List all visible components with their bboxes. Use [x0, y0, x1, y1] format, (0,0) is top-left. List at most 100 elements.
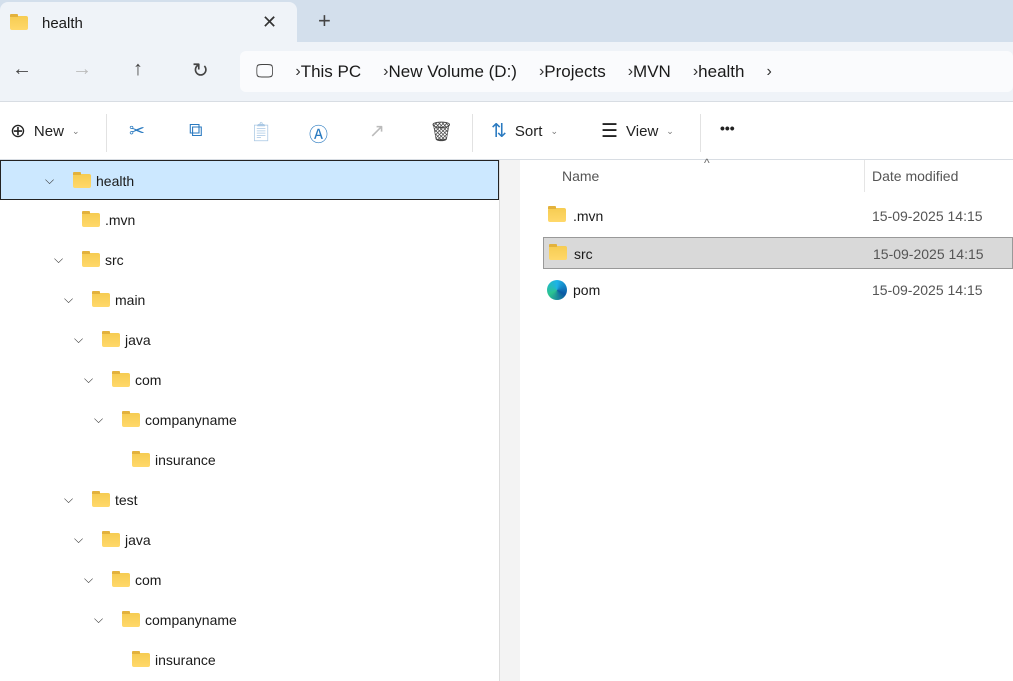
- tree-item[interactable]: insurance: [0, 640, 499, 680]
- chevron-down-icon[interactable]: ⌵: [54, 252, 63, 267]
- tree-item-label: java: [125, 532, 151, 548]
- chevron-down-icon: ⌄: [666, 126, 674, 136]
- copy-icon[interactable]: ⧉: [189, 120, 203, 142]
- tree-item-label: main: [115, 292, 146, 308]
- tree-item-label: .mvn: [105, 212, 136, 228]
- breadcrumb-mvn[interactable]: MVN: [633, 62, 671, 82]
- file-date: 15-09-2025 14:15: [873, 246, 984, 262]
- delete-icon[interactable]: 🗑︎: [429, 120, 453, 144]
- share-icon[interactable]: ↗: [369, 120, 385, 143]
- folder-icon: [82, 211, 100, 227]
- folder-icon: [132, 651, 150, 667]
- tree-item-label: java: [125, 332, 151, 348]
- file-name: .mvn: [573, 208, 604, 224]
- chevron-down-icon[interactable]: ⌵: [84, 572, 93, 587]
- back-button[interactable]: ←: [12, 58, 32, 81]
- tree-item[interactable]: ⌵ com: [0, 560, 499, 600]
- tree-item-label: health: [96, 173, 135, 189]
- folder-icon: [132, 451, 150, 467]
- file-name: src: [574, 246, 593, 262]
- computer-icon: 🖵: [256, 61, 274, 81]
- refresh-button[interactable]: ↻: [192, 58, 209, 83]
- paste-icon[interactable]: 📋︎: [249, 120, 273, 144]
- column-header-name[interactable]: Name: [562, 168, 599, 184]
- tab-bar: health ✕ +: [0, 0, 1013, 44]
- chevron-down-icon[interactable]: ⌵: [94, 612, 103, 627]
- chevron-down-icon[interactable]: ⌵: [74, 532, 83, 547]
- tab-title: health: [42, 14, 83, 32]
- folder-icon: [548, 206, 566, 222]
- view-lines-icon: ☰: [601, 121, 619, 142]
- tree-item[interactable]: ⌵ test: [0, 480, 499, 520]
- breadcrumb-projects[interactable]: Projects: [544, 62, 605, 82]
- chevron-down-icon[interactable]: ⌵: [84, 372, 93, 387]
- breadcrumb-new-volume[interactable]: New Volume (D:): [388, 62, 516, 82]
- tree-item-label: com: [135, 372, 162, 388]
- tree-item-label: insurance: [155, 652, 216, 668]
- tree-item[interactable]: .mvn: [0, 200, 499, 240]
- command-bar: ⊕ New ⌄ ✂ ⧉ 📋︎ Ⓐ ↗ 🗑︎ ⇅ Sort ⌄ ☰ View ⌄ …: [0, 102, 1013, 160]
- folder-icon: [92, 291, 110, 307]
- chevron-down-icon[interactable]: ⌵: [74, 332, 83, 347]
- sort-ascending-icon: ^: [704, 156, 710, 170]
- sort-button[interactable]: ⇅ Sort ⌄: [491, 120, 558, 143]
- tree-item[interactable]: ⌵ health: [0, 160, 499, 200]
- file-date: 15-09-2025 14:15: [872, 208, 983, 224]
- file-row[interactable]: .mvn 15-09-2025 14:15: [543, 200, 1013, 232]
- chevron-down-icon: ⌄: [71, 126, 80, 136]
- tree-item[interactable]: ⌵ com: [0, 360, 499, 400]
- cut-icon[interactable]: ✂: [129, 120, 145, 143]
- tree-item[interactable]: insurance: [0, 440, 499, 480]
- plus-circle-icon: ⊕: [10, 121, 26, 142]
- tree-item-label: companyname: [145, 612, 237, 628]
- close-tab-button[interactable]: ✕: [262, 12, 277, 33]
- edge-browser-icon: [547, 280, 567, 300]
- folder-icon: [73, 172, 91, 188]
- folder-icon: [122, 411, 140, 427]
- file-date: 15-09-2025 14:15: [872, 282, 983, 298]
- tree-item-label: test: [115, 492, 138, 508]
- folder-icon: [92, 491, 110, 507]
- column-header-date[interactable]: Date modified: [872, 168, 958, 184]
- tree-item-label: insurance: [155, 452, 216, 468]
- navigation-tree: ⌵ health .mvn ⌵ src ⌵ main ⌵ java ⌵ com ⌵ companynam…: [0, 160, 500, 681]
- chevron-down-icon[interactable]: ⌵: [94, 412, 103, 427]
- pane-divider[interactable]: [500, 160, 520, 681]
- folder-icon: [112, 371, 130, 387]
- chevron-down-icon: ⌄: [550, 126, 558, 136]
- tree-item[interactable]: ⌵ companyname: [0, 600, 499, 640]
- chevron-down-icon[interactable]: ⌵: [45, 173, 54, 188]
- address-bar[interactable]: 🖵 › This PC › New Volume (D:) › Projects…: [240, 51, 1013, 92]
- new-button[interactable]: ⊕ New ⌄: [10, 120, 79, 143]
- sort-icon: ⇅: [491, 121, 507, 142]
- more-options-button[interactable]: •••: [720, 120, 735, 136]
- tree-item-label: companyname: [145, 412, 237, 428]
- folder-icon: [102, 331, 120, 347]
- tree-item[interactable]: ⌵ java: [0, 520, 499, 560]
- tab-health[interactable]: health ✕: [0, 2, 297, 44]
- breadcrumb-this-pc[interactable]: This PC: [301, 62, 361, 82]
- folder-icon: [122, 611, 140, 627]
- tree-item[interactable]: ⌵ java: [0, 320, 499, 360]
- chevron-down-icon[interactable]: ⌵: [64, 292, 73, 307]
- rename-icon[interactable]: Ⓐ: [309, 120, 328, 147]
- sort-label: Sort: [514, 123, 543, 140]
- breadcrumb-health[interactable]: health: [698, 62, 744, 82]
- tree-item[interactable]: ⌵ src: [0, 240, 499, 280]
- file-row[interactable]: src 15-09-2025 14:15: [543, 237, 1013, 269]
- file-name: pom: [573, 282, 601, 298]
- chevron-down-icon[interactable]: ⌵: [64, 492, 73, 507]
- forward-button[interactable]: →: [72, 58, 92, 81]
- tree-item[interactable]: ⌵ main: [0, 280, 499, 320]
- tree-item[interactable]: ⌵ companyname: [0, 400, 499, 440]
- new-tab-button[interactable]: +: [318, 8, 331, 34]
- folder-icon: [549, 244, 567, 260]
- file-row[interactable]: pom 15-09-2025 14:15: [543, 274, 1013, 306]
- file-list: ^ Name Date modified .mvn 15-09-2025 14:1…: [520, 156, 1013, 681]
- chevron-right-icon[interactable]: ›: [766, 63, 771, 81]
- folder-icon: [82, 251, 100, 267]
- tree-item-label: com: [135, 572, 162, 588]
- folder-icon: [112, 571, 130, 587]
- up-button[interactable]: ↑: [133, 58, 143, 81]
- view-button[interactable]: ☰ View ⌄: [601, 120, 674, 143]
